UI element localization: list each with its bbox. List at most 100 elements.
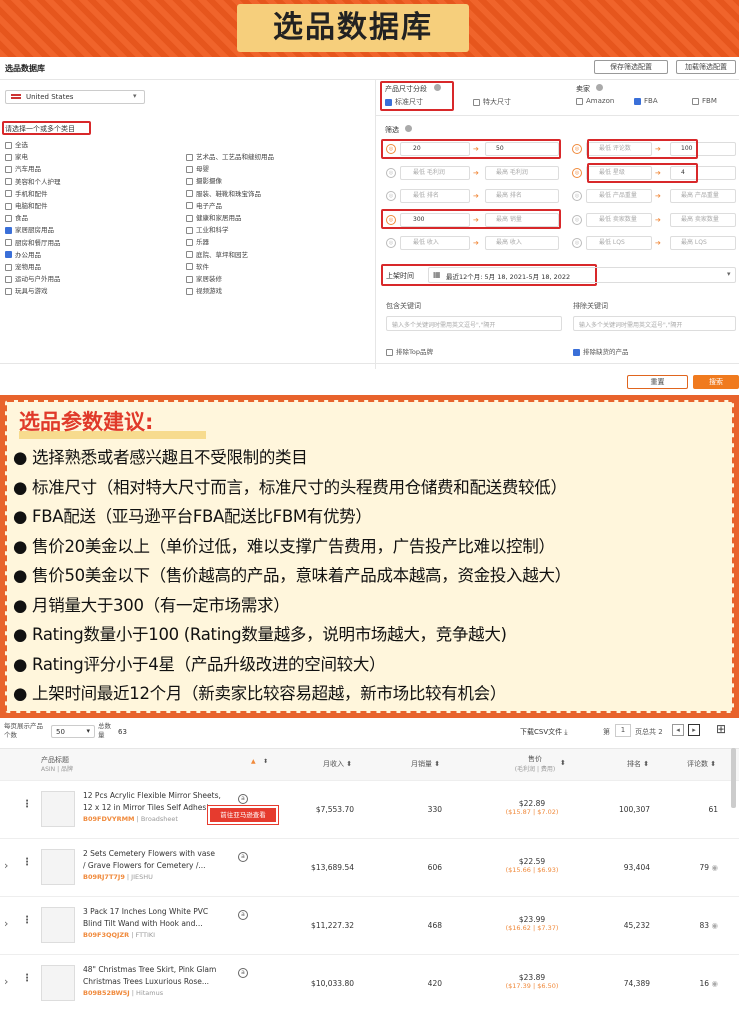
- amazon-link-icon[interactable]: a: [238, 794, 248, 804]
- seller-amazon-checkbox[interactable]: Amazon: [576, 97, 614, 105]
- filter-min-value: 最低 卖家数量: [599, 215, 637, 223]
- filter-min-input[interactable]: 最低 收入: [400, 236, 470, 250]
- col-revenue[interactable]: 月收入 ⬍: [323, 759, 352, 769]
- exclude-keyword-input[interactable]: 输入多个关键词时需用英文逗号","隔开: [573, 316, 736, 331]
- filter-min-input[interactable]: 最低 毛利润: [400, 165, 470, 180]
- filter-max-input[interactable]: 最高 收入: [485, 236, 559, 250]
- category-checkbox[interactable]: 母婴: [186, 163, 209, 173]
- scrollbar[interactable]: [731, 748, 736, 808]
- filter-max-input[interactable]: 最高 毛利润: [485, 165, 559, 180]
- seller-fba-checkbox[interactable]: FBA: [634, 97, 658, 105]
- category-checkbox[interactable]: 艺术品、工艺品和缝纫用品: [186, 151, 274, 161]
- exclude-out-of-stock-checkbox[interactable]: 排除缺货的产品: [573, 346, 629, 356]
- save-filter-button[interactable]: 保存筛选配置: [594, 60, 668, 74]
- category-checkbox[interactable]: 视频游戏: [186, 285, 222, 295]
- filter-min-input[interactable]: 最低 LQS: [586, 236, 652, 250]
- amazon-link-icon[interactable]: a: [238, 910, 248, 920]
- category-checkbox[interactable]: 汽车用品: [5, 163, 41, 173]
- col-rank[interactable]: 排名 ⬍: [627, 759, 649, 769]
- search-button[interactable]: 搜索: [693, 375, 739, 389]
- prev-page-button[interactable]: ◂: [672, 724, 684, 736]
- category-checkbox[interactable]: 食品: [5, 212, 28, 222]
- expand-chevron-icon[interactable]: ›: [4, 917, 8, 930]
- download-csv-link[interactable]: 下载CSV文件 ⤓: [520, 727, 567, 737]
- page-input[interactable]: 1: [615, 724, 631, 737]
- product-thumbnail[interactable]: [41, 849, 75, 885]
- expand-chevron-icon[interactable]: ›: [4, 975, 8, 988]
- category-checkbox[interactable]: 庭院、草坪和园艺: [186, 249, 248, 259]
- category-checkbox[interactable]: 摄影摄像: [186, 175, 222, 185]
- sort-icon[interactable]: ⬍: [560, 759, 566, 767]
- category-checkbox[interactable]: 电脑和配件: [5, 200, 48, 210]
- filter-max-input[interactable]: 最高 卖家数量: [670, 212, 736, 227]
- product-title[interactable]: 2 Sets Cemetery Flowers with vase / Grave…: [83, 848, 235, 872]
- reset-button[interactable]: 重置: [627, 375, 688, 389]
- category-checkbox[interactable]: 服装、鞋靴和珠宝饰品: [186, 188, 261, 198]
- category-checkbox[interactable]: 宠物用品: [5, 261, 41, 271]
- amazon-link-icon[interactable]: a: [238, 852, 248, 862]
- category-checkbox[interactable]: 美容和个人护理: [5, 176, 61, 186]
- category-checkbox[interactable]: 办公用品: [5, 249, 41, 259]
- table-row[interactable]: › ⋮ 2 Sets Cemetery Flowers with vase / Gra…: [0, 838, 739, 896]
- product-asin[interactable]: B09RJ7T7J9 | JIESHU: [83, 873, 153, 881]
- col-price[interactable]: 售价 (毛利润 | 费用): [505, 754, 565, 773]
- product-table: 每页展示产品 个数 50 ▾ 总数量 63 下载CSV文件 ⤓ 第 1 页总共 2 …: [0, 718, 739, 1009]
- filter-max-input[interactable]: 最高 排名: [485, 189, 559, 203]
- seller-fbm-checkbox[interactable]: FBM: [692, 97, 717, 105]
- product-asin[interactable]: B09B52BW5J | Hitamus: [83, 989, 163, 997]
- col-reviews[interactable]: 评论数 ⬍: [687, 759, 716, 769]
- category-label: 办公用品: [15, 250, 41, 259]
- category-checkbox[interactable]: 电子产品: [186, 200, 222, 210]
- exclude-top-brand-checkbox[interactable]: 排除Top品牌: [386, 346, 433, 356]
- expand-chevron-icon[interactable]: ›: [4, 859, 8, 872]
- category-checkbox[interactable]: 手机和配件: [5, 188, 48, 198]
- filter-max-input[interactable]: 最高 产品重量: [670, 189, 736, 203]
- category-checkbox[interactable]: 家电: [5, 151, 28, 161]
- next-page-button[interactable]: ▸: [688, 724, 700, 736]
- more-options-icon[interactable]: ⋮: [22, 799, 32, 810]
- category-checkbox[interactable]: 乐器: [186, 236, 209, 246]
- sort-up-icon[interactable]: ▲: [251, 758, 256, 765]
- date-value: 最近12个月: 5月 18, 2021-5月 18, 2022: [446, 273, 571, 281]
- market-select[interactable]: United States ▾: [5, 90, 145, 104]
- size-oversize-checkbox[interactable]: 特大尺寸: [473, 97, 511, 107]
- amazon-link-icon[interactable]: a: [238, 968, 248, 978]
- table-row[interactable]: › ⋮ 3 Pack 17 Inches Long White PVC Blind T…: [0, 896, 739, 954]
- category-checkbox[interactable]: 运动与户外用品: [5, 273, 61, 283]
- category-checkbox[interactable]: 厨房和餐厅用品: [5, 237, 61, 247]
- category-checkbox[interactable]: 家居装修: [186, 273, 222, 283]
- product-thumbnail[interactable]: [41, 791, 75, 827]
- product-title[interactable]: 48" Christmas Tree Skirt, Pink Glam Chris…: [83, 964, 235, 988]
- size-standard-checkbox[interactable]: 标准尺寸: [385, 97, 423, 107]
- table-row[interactable]: ⋮ 12 Pcs Acrylic Flexible Mirror Sheets, 1…: [0, 780, 739, 838]
- category-checkbox[interactable]: 玩具与游戏: [5, 285, 48, 295]
- category-checkbox[interactable]: 家居厨房用品: [5, 224, 54, 234]
- product-thumbnail[interactable]: [41, 965, 75, 1001]
- price-breakdown: ($15.87 | $7.02): [505, 808, 559, 816]
- category-checkbox[interactable]: 全选: [5, 139, 28, 149]
- product-asin[interactable]: B09F3QQJZR | FTTIKI: [83, 931, 155, 939]
- more-options-icon[interactable]: ⋮: [22, 857, 32, 868]
- more-options-icon[interactable]: ⋮: [22, 915, 32, 926]
- product-title[interactable]: 3 Pack 17 Inches Long White PVC Blind Til…: [83, 906, 235, 930]
- include-keyword-input[interactable]: 输入多个关键词时需用英文逗号","隔开: [386, 316, 562, 331]
- brand-value: | JIESHU: [126, 873, 153, 881]
- amazon-tooltip[interactable]: 前往亚马逊查看: [207, 805, 279, 825]
- filter-min-input[interactable]: 最低 产品重量: [586, 189, 652, 203]
- product-thumbnail[interactable]: [41, 907, 75, 943]
- category-checkbox[interactable]: 健康和家居用品: [186, 212, 242, 222]
- category-checkbox[interactable]: 软件: [186, 261, 209, 271]
- col-sales[interactable]: 月销量 ⬍: [411, 759, 440, 769]
- load-filter-button[interactable]: 加载筛选配置: [676, 60, 736, 74]
- product-asin[interactable]: B09FDVYRMM | Broadsheet: [83, 815, 178, 823]
- per-page-select[interactable]: 50 ▾: [51, 725, 95, 738]
- filter-min-input[interactable]: 最低 卖家数量: [586, 212, 652, 227]
- more-options-icon[interactable]: ⋮: [22, 973, 32, 984]
- column-settings-icon[interactable]: ⊞: [716, 722, 726, 736]
- sort-icon[interactable]: ⬍: [263, 758, 268, 765]
- filter-min-input[interactable]: 最低 排名: [400, 189, 470, 203]
- filter-max-input[interactable]: 最高 LQS: [670, 236, 736, 250]
- category-checkbox[interactable]: 工业和科学: [186, 224, 229, 234]
- date-range-picker[interactable]: ▦ 最近12个月: 5月 18, 2021-5月 18, 2022 ▾: [428, 267, 736, 283]
- table-row[interactable]: › ⋮ 48" Christmas Tree Skirt, Pink Glam Chr…: [0, 954, 739, 1012]
